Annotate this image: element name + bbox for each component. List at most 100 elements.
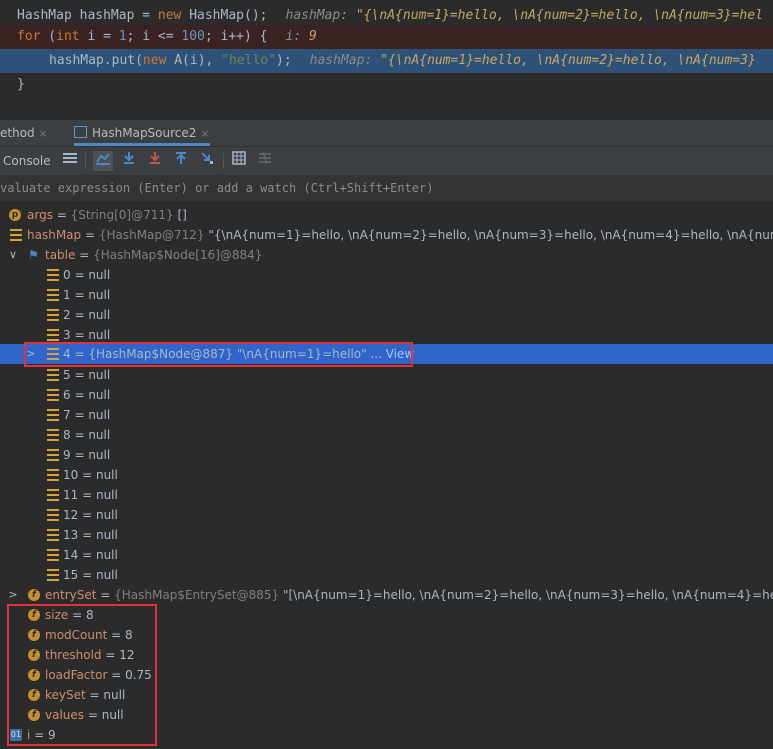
keyword-token: new [142,53,167,68]
field-row-modcount[interactable]: f modCount = 8 [0,625,773,645]
field-row-size[interactable]: f size = 8 [0,605,773,625]
show-execution-point-icon[interactable] [93,151,113,171]
element-value: null [88,448,111,462]
variable-row-args[interactable]: p args = {String[0]@711} [] [0,205,773,225]
tab-method[interactable]: ethod × [0,120,48,146]
element-value: null [88,428,111,442]
code-line-2: for (int i = 1; i <= 100; i++) {i: 9 [0,25,773,49]
element-value: null [95,488,118,502]
element-index: 5 [63,368,71,382]
field-value: 0.75 [125,668,152,682]
field-name: size [45,608,69,622]
field-row-loadfactor[interactable]: f loadFactor = 0.75 [0,665,773,685]
step-out-icon[interactable] [171,151,191,171]
chevron-right-icon[interactable]: > [7,585,19,605]
code-editor[interactable]: HashMap hashMap = new HashMap(); hashMap:… [0,0,773,120]
array-element-icon [47,549,59,561]
variables-tree[interactable]: p args = {String[0]@711} [] hashMap = {H… [0,201,773,749]
evaluate-table-icon[interactable] [229,151,249,171]
flag-icon: ⚑ [28,248,39,262]
hint-value: "{\nA{num=1}=hello, \nA{num=2}=hello, \n… [355,8,763,23]
tab-label: ethod [0,126,35,140]
array-element-row[interactable]: 0 = null [0,265,773,285]
array-element-icon [47,369,59,381]
field-icon: f [28,589,40,601]
array-element-icon [47,469,59,481]
field-row-values[interactable]: f values = null [0,705,773,725]
variable-row-entryset[interactable]: > f entrySet = {HashMap$EntrySet@885} "[… [0,585,773,605]
field-name: loadFactor [45,668,108,682]
view-link[interactable]: ... View [370,347,414,361]
element-value: null [88,328,111,342]
chevron-right-icon[interactable]: > [25,344,37,364]
code-line-4: } [0,73,773,97]
variable-type: {HashMap$EntrySet@885} [114,588,280,602]
array-element-row[interactable]: 10 = null [0,465,773,485]
array-element-icon [47,329,59,341]
field-value: null [103,688,126,702]
array-element-row[interactable]: 13 = null [0,525,773,545]
array-element-row[interactable]: 15 = null [0,565,773,585]
field-row-keyset[interactable]: f keySet = null [0,685,773,705]
element-value: null [88,408,111,422]
evaluate-expression-bar [0,176,773,201]
element-index: 3 [63,328,71,342]
element-index: 14 [63,548,79,562]
variable-value: "[\nA{num=1}=hello, \nA{num=2}=hello, \n… [282,588,773,602]
parameter-icon: p [9,209,21,221]
element-value: null [88,368,111,382]
console-tab[interactable]: Console [3,147,51,175]
array-element-icon [47,289,59,301]
array-element-row[interactable]: 9 = null [0,445,773,465]
array-element-row[interactable]: 11 = null [0,485,773,505]
hint-value: 9 [308,29,317,44]
run-to-cursor-icon[interactable] [197,151,217,171]
chevron-down-icon[interactable]: ∨ [7,245,19,265]
array-element-row[interactable]: 6 = null [0,385,773,405]
close-icon[interactable]: × [39,127,48,140]
field-value: null [101,708,124,722]
code-token: ; i++) { [204,29,268,44]
variable-type: {String[0]@711} [70,208,174,222]
array-element-row[interactable]: 5 = null [0,365,773,385]
hint-name: hashMap: [309,53,373,68]
element-index: 15 [63,568,79,582]
array-element-row[interactable]: 1 = null [0,285,773,305]
keyword-token: new [157,8,182,23]
array-element-row[interactable]: 12 = null [0,505,773,525]
array-element-icon [47,389,59,401]
array-element-row[interactable]: 14 = null [0,545,773,565]
element-value: {HashMap$Node@887} "\nA{num=1}=hello" [88,347,367,361]
code-token: HashMap hashMap = [17,8,158,23]
code-token: ); [276,53,292,68]
array-element-row[interactable]: 8 = null [0,425,773,445]
evaluate-expression-input[interactable] [0,176,760,200]
element-index: 8 [63,428,71,442]
inline-value-hint: hashMap: "{\nA{num=1}=hello, \nA{num=2}=… [285,8,762,23]
primitive-icon: 01 [10,729,22,741]
array-element-row[interactable]: 7 = null [0,405,773,425]
variable-row-hashmap[interactable]: hashMap = {HashMap@712} "{\nA{num=1}=hel… [0,225,773,245]
field-icon: f [28,689,40,701]
final-field-icon: f [28,669,40,681]
step-over-icon[interactable] [119,151,139,171]
step-into-icon[interactable] [145,151,165,171]
close-icon[interactable]: × [200,127,209,140]
tab-hashmapsource2[interactable]: HashMapSource2 × [74,120,210,146]
array-element-row-selected[interactable]: > 4 = {HashMap$Node@887} "\nA{num=1}=hel… [0,344,773,364]
field-value: 8 [85,608,94,622]
trace-icon[interactable] [255,151,275,171]
array-element-row[interactable]: 2 = null [0,305,773,325]
field-icon: f [28,649,40,661]
variable-row-table[interactable]: ∨ ⚑ table = {HashMap$Node[16]@884} [0,245,773,265]
array-element-icon [47,309,59,321]
inline-value-hint: i: 9 [286,29,317,44]
variable-type: {HashMap$Node[16]@884} [93,248,263,262]
array-element-row[interactable]: 3 = null [0,325,773,345]
menu-icon[interactable] [60,151,80,171]
field-row-threshold[interactable]: f threshold = 12 [0,645,773,665]
variable-type: {HashMap@712} [98,228,205,242]
array-element-icon [47,529,59,541]
element-value: null [95,548,118,562]
variable-row-i[interactable]: 01 i = 9 [0,725,773,745]
